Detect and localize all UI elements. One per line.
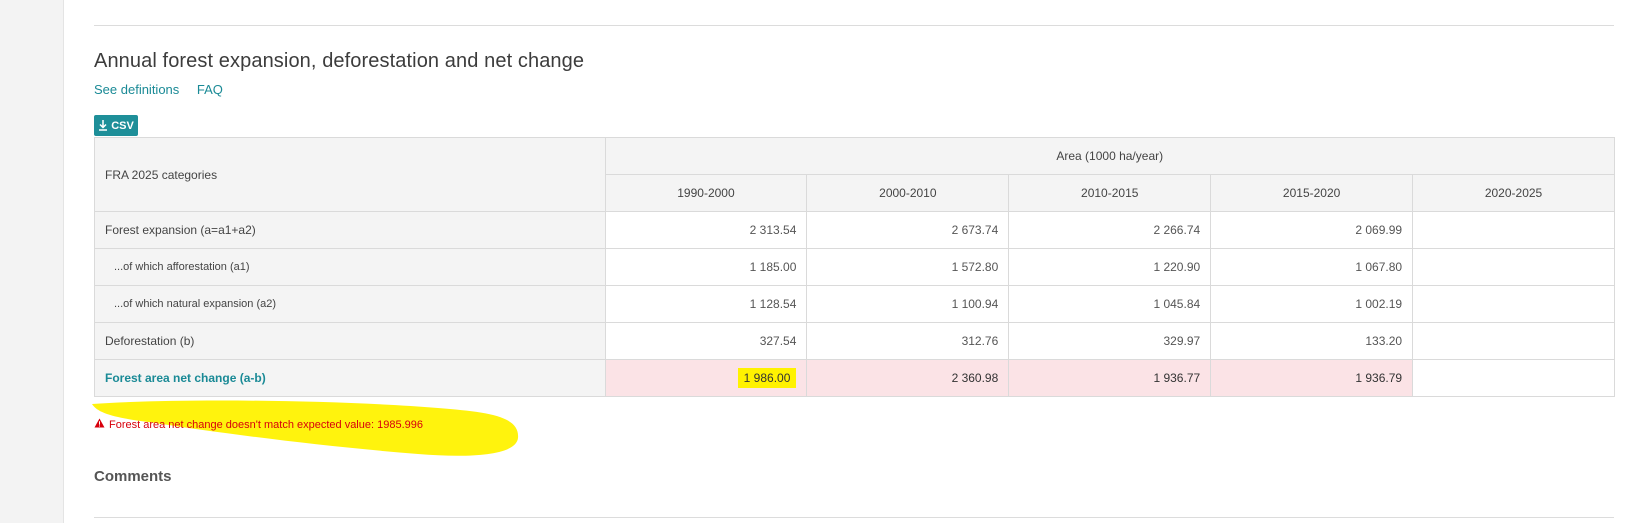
validation-error: Forest area net change doesn't match exp… [94, 418, 423, 431]
value-cell-error[interactable]: 1 986.00 [604, 359, 808, 397]
see-definitions-link[interactable]: See definitions [94, 82, 179, 97]
warning-icon [94, 418, 105, 431]
error-message: Forest area net change doesn't match exp… [109, 418, 423, 431]
value-cell[interactable]: 1 045.84 [1008, 285, 1212, 323]
value-cell[interactable] [1412, 359, 1615, 397]
value-cell-error[interactable]: 2 360.98 [806, 359, 1010, 397]
value-cell[interactable]: 1 572.80 [806, 248, 1010, 286]
row-label-afforestation: ...of which afforestation (a1) [94, 248, 606, 286]
value-cell[interactable]: 1 220.90 [1008, 248, 1212, 286]
value-cell[interactable]: 312.76 [806, 322, 1010, 360]
value-cell[interactable] [1412, 322, 1615, 360]
value-cell[interactable]: 2 266.74 [1008, 211, 1212, 249]
year-header: 2015-2020 [1210, 174, 1414, 212]
value-cell[interactable]: 1 128.54 [604, 285, 808, 323]
value-cell[interactable]: 133.20 [1210, 322, 1414, 360]
value-cell[interactable] [1412, 285, 1615, 323]
value-cell[interactable]: 2 069.99 [1210, 211, 1414, 249]
value-cell[interactable]: 2 673.74 [806, 211, 1010, 249]
forest-change-table: FRA 2025 categories Area (1000 ha/year) … [94, 137, 1615, 397]
row-label-deforestation: Deforestation (b) [94, 322, 606, 360]
table-row: ...of which natural expansion (a2) 1 128… [94, 285, 1615, 323]
csv-label: CSV [111, 119, 134, 132]
table-row: Deforestation (b) 327.54 312.76 329.97 1… [94, 322, 1615, 360]
value-cell[interactable]: 1 100.94 [806, 285, 1010, 323]
value-cell-error[interactable]: 1 936.79 [1210, 359, 1414, 397]
divider [94, 25, 1614, 26]
year-header: 1990-2000 [604, 174, 808, 212]
row-label-natural-expansion: ...of which natural expansion (a2) [94, 285, 606, 323]
row-label-net-change: Forest area net change (a-b) [94, 359, 606, 397]
csv-download-button[interactable]: CSV [94, 115, 138, 136]
table-row: Forest area net change (a-b) 1 986.00 2 … [94, 359, 1615, 397]
categories-header: FRA 2025 categories [94, 137, 606, 212]
row-label-forest-expansion: Forest expansion (a=a1+a2) [94, 211, 606, 249]
section-links: See definitions FAQ [94, 82, 237, 97]
highlighted-value: 1 986.00 [737, 368, 797, 388]
highlighter-scribble [92, 400, 519, 456]
divider [94, 517, 1614, 518]
value-cell[interactable]: 1 067.80 [1210, 248, 1414, 286]
value-cell[interactable]: 327.54 [604, 322, 808, 360]
table-row: Forest expansion (a=a1+a2) 2 313.54 2 67… [94, 211, 1615, 249]
year-header: 2010-2015 [1008, 174, 1212, 212]
value-cell[interactable]: 329.97 [1008, 322, 1212, 360]
year-header: 2000-2010 [806, 174, 1010, 212]
year-header: 2020-2025 [1412, 174, 1615, 212]
download-icon [98, 120, 108, 131]
value-cell[interactable]: 2 313.54 [604, 211, 808, 249]
value-cell-error[interactable]: 1 936.77 [1008, 359, 1212, 397]
table-row: ...of which afforestation (a1) 1 185.00 … [94, 248, 1615, 286]
section-title: Annual forest expansion, deforestation a… [94, 50, 585, 72]
value-cell[interactable]: 1 185.00 [604, 248, 808, 286]
value-cell[interactable] [1412, 248, 1615, 286]
area-header: Area (1000 ha/year) [604, 137, 1615, 175]
value-cell[interactable] [1412, 211, 1615, 249]
left-gutter [0, 0, 64, 523]
value-cell[interactable]: 1 002.19 [1210, 285, 1414, 323]
faq-link[interactable]: FAQ [197, 82, 223, 97]
